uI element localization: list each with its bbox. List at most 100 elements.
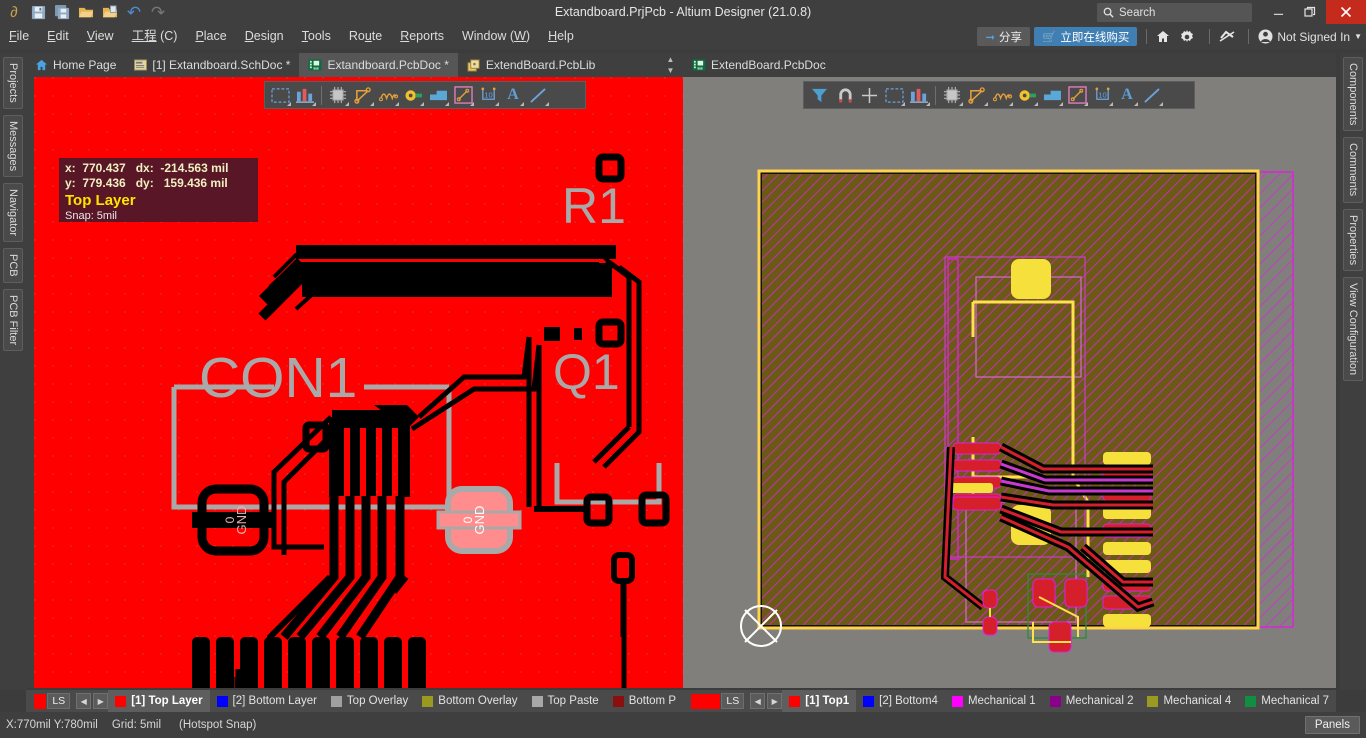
layer-tab-mechanical-4[interactable]: Mechanical 4 — [1140, 690, 1238, 712]
pcb-canvas-right[interactable] — [683, 77, 1336, 688]
sidebar-item-view-configuration[interactable]: View Configuration — [1343, 276, 1363, 381]
text-string-icon[interactable]: A — [1115, 83, 1139, 107]
layer-set-swatch[interactable] — [34, 693, 47, 709]
tab-extendboard-pcbdoc[interactable]: ExtendBoard.PcbDoc — [683, 53, 835, 77]
layer-tab-top-overlay[interactable]: Top Overlay — [324, 690, 415, 712]
tab-home-page[interactable]: Home Page — [26, 53, 125, 77]
save-all-icon[interactable] — [51, 2, 73, 22]
bar-chart-icon[interactable] — [907, 83, 931, 107]
tab-extandboard-pcbdoc[interactable]: Extandboard.PcbDoc * — [299, 53, 458, 77]
panels-button[interactable]: Panels — [1304, 716, 1360, 734]
redo-icon[interactable]: ↷ — [147, 2, 169, 22]
layer-tab-top-paste[interactable]: Top Paste — [525, 690, 606, 712]
text-string-icon[interactable]: A — [501, 83, 525, 107]
layer-tab-mechanical-2[interactable]: Mechanical 2 — [1043, 690, 1141, 712]
gear-icon[interactable] — [1180, 29, 1200, 44]
via-icon[interactable] — [401, 83, 425, 107]
component-icon[interactable] — [326, 83, 350, 107]
open-icon[interactable] — [75, 2, 97, 22]
buy-online-button[interactable]: 🛒 立即在线购买 — [1034, 27, 1138, 46]
route-trace-icon[interactable] — [965, 83, 989, 107]
sidebar-item-pcb-filter[interactable]: PCB Filter — [3, 288, 23, 351]
notification-icon[interactable] — [1219, 30, 1239, 43]
layer-prev-button[interactable]: ◀ — [76, 693, 92, 709]
menu-design[interactable]: Design — [236, 24, 293, 49]
route-trace-icon[interactable] — [351, 83, 375, 107]
menu-file[interactable]: File — [0, 24, 38, 49]
sidebar-item-properties[interactable]: Properties — [1343, 208, 1363, 271]
polygon-pour-icon[interactable] — [1040, 83, 1064, 107]
open-project-icon[interactable] — [99, 2, 121, 22]
layer-set-label[interactable]: LS — [721, 693, 745, 709]
bar-chart-icon[interactable] — [293, 83, 317, 107]
layer-next-button[interactable]: ▶ — [93, 693, 109, 709]
layer-set-swatch[interactable] — [691, 693, 721, 709]
layer-tab-top-layer[interactable]: [1] Top Layer — [108, 690, 210, 712]
filter-icon[interactable] — [807, 83, 831, 107]
layer-tab-mechanical-7[interactable]: Mechanical 7 — [1238, 690, 1336, 712]
menu-route[interactable]: Route — [340, 24, 391, 49]
svg-text:GND: GND — [472, 506, 487, 535]
coordinate-icon[interactable]: 10 — [476, 83, 500, 107]
share-button[interactable]: ➞ 分享 — [977, 27, 1031, 46]
tab-scroll-controls[interactable]: ▲ ▼ — [658, 53, 683, 77]
sidebar-item-messages[interactable]: Messages — [3, 114, 23, 177]
line-icon[interactable] — [1140, 83, 1164, 107]
layer-tab-top1[interactable]: [1] Top1 — [782, 690, 857, 712]
tab-label: [1] Extandboard.SchDoc * — [152, 58, 291, 72]
scroll-down-icon[interactable]: ▼ — [667, 66, 675, 75]
tab-extendboard-pcblib[interactable]: ExtendBoard.PcbLib — [458, 53, 604, 77]
magnet-icon[interactable] — [832, 83, 856, 107]
menu-edit[interactable]: Edit — [38, 24, 78, 49]
svg-text:10: 10 — [1098, 90, 1106, 99]
layer-tab-bottom-paste[interactable]: Bottom P — [606, 690, 683, 712]
menu-view[interactable]: View — [78, 24, 123, 49]
menu-window[interactable]: Window (W) — [453, 24, 539, 49]
close-button[interactable] — [1326, 0, 1366, 24]
crosshair-icon[interactable] — [857, 83, 881, 107]
layer-tab-bottom4[interactable]: [2] Bottom4 — [856, 690, 945, 712]
scroll-up-icon[interactable]: ▲ — [667, 55, 675, 64]
sidebar-item-projects[interactable]: Projects — [3, 57, 23, 109]
dimension-icon[interactable] — [451, 83, 475, 107]
sidebar-item-navigator[interactable]: Navigator — [3, 182, 23, 242]
search-input[interactable]: Search — [1097, 3, 1252, 22]
pcb-icon — [308, 59, 322, 71]
save-icon[interactable] — [27, 2, 49, 22]
select-region-icon[interactable] — [268, 83, 292, 107]
menu-tools[interactable]: Tools — [293, 24, 340, 49]
tab-extandboard-schdoc[interactable]: [1] Extandboard.SchDoc * — [125, 53, 299, 77]
via-icon[interactable] — [1015, 83, 1039, 107]
layer-set-label[interactable]: LS — [47, 693, 71, 709]
status-bar: X:770mil Y:780mil Grid: 5mil (Hotspot Sn… — [0, 712, 1366, 738]
coordinate-icon[interactable]: 10 — [1090, 83, 1114, 107]
differential-pair-icon[interactable] — [990, 83, 1014, 107]
menu-place[interactable]: Place — [186, 24, 235, 49]
layer-tab-bottom-layer[interactable]: [2] Bottom Layer — [210, 690, 324, 712]
component-icon[interactable] — [940, 83, 964, 107]
layer-prev-button[interactable]: ◀ — [750, 693, 766, 709]
minimize-button[interactable] — [1262, 0, 1294, 24]
line-icon[interactable] — [526, 83, 550, 107]
layer-tab-mechanical-1[interactable]: Mechanical 1 — [945, 690, 1043, 712]
account-menu[interactable]: Not Signed In ▼ — [1258, 29, 1362, 44]
pcb-floating-toolbar-right[interactable]: 10 A — [803, 81, 1195, 109]
differential-pair-icon[interactable] — [376, 83, 400, 107]
account-label: Not Signed In — [1277, 29, 1351, 44]
layer-next-button[interactable]: ▶ — [767, 693, 783, 709]
polygon-pour-icon[interactable] — [426, 83, 450, 107]
menu-project[interactable]: 工程 (C) — [123, 24, 187, 49]
undo-icon[interactable]: ↶ — [123, 2, 145, 22]
pcb-floating-toolbar-left[interactable]: 10 A — [264, 81, 586, 109]
select-region-icon[interactable] — [882, 83, 906, 107]
menu-reports[interactable]: Reports — [391, 24, 453, 49]
maximize-button[interactable] — [1294, 0, 1326, 24]
sidebar-item-components[interactable]: Components — [1343, 57, 1363, 132]
layer-tab-bottom-overlay[interactable]: Bottom Overlay — [415, 690, 524, 712]
layer-bar-right: LS ◀ ▶ [1] Top1 [2] Bottom4 Mechanical 1… — [683, 690, 1336, 712]
menu-help[interactable]: Help — [539, 24, 583, 49]
sidebar-item-comments[interactable]: Comments — [1343, 137, 1363, 203]
home-icon[interactable] — [1156, 30, 1176, 43]
sidebar-item-pcb[interactable]: PCB — [3, 247, 23, 283]
dimension-icon[interactable] — [1065, 83, 1089, 107]
